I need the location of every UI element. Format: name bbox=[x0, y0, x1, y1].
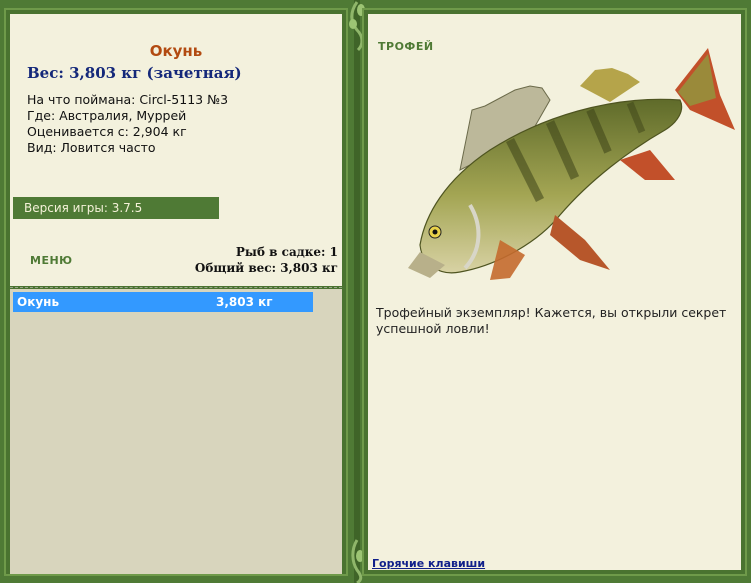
hotkeys-link[interactable]: Горячие клавиши bbox=[372, 557, 485, 570]
left-panel: Окунь Вес: 3,803 кг (зачетная) На что по… bbox=[4, 8, 348, 576]
keepnet-total-weight: Общий вес: 3,803 кг bbox=[194, 261, 338, 275]
location-info: Где: Австралия, Муррей bbox=[27, 108, 187, 123]
trophy-description: Трофейный экземпляр! Кажется, вы открыли… bbox=[376, 305, 727, 336]
trophy-card: ТРОФЕЙ Трофейный экземпляр! Кажется, вы … bbox=[368, 14, 741, 570]
list-item-weight: 3,803 кг bbox=[216, 295, 273, 309]
fish-info-card: Окунь Вес: 3,803 кг (зачетная) На что по… bbox=[10, 14, 342, 286]
list-item-name: Окунь bbox=[17, 295, 60, 309]
fish-name: Окунь bbox=[149, 42, 203, 60]
menu-button[interactable]: МЕНЮ bbox=[30, 254, 73, 267]
keepnet-count: Рыб в садке: 1 bbox=[235, 245, 338, 259]
perch-fish-image bbox=[408, 48, 735, 280]
bait-info: На что поймана: Circl-5113 №3 bbox=[27, 92, 229, 107]
game-version-bar: Версия игры: 3.7.5 bbox=[13, 197, 219, 219]
list-item[interactable]: Окунь 3,803 кг bbox=[13, 292, 313, 312]
valued-from-info: Оценивается с: 2,904 кг bbox=[27, 124, 187, 139]
fish-weight: Вес: 3,803 кг (зачетная) bbox=[27, 64, 242, 82]
right-panel: ТРОФЕЙ Трофейный экземпляр! Кажется, вы … bbox=[362, 8, 747, 576]
keepnet-list: Окунь 3,803 кг bbox=[10, 289, 342, 574]
fish-type-info: Вид: Ловится часто bbox=[27, 140, 156, 155]
section-divider bbox=[10, 287, 342, 288]
